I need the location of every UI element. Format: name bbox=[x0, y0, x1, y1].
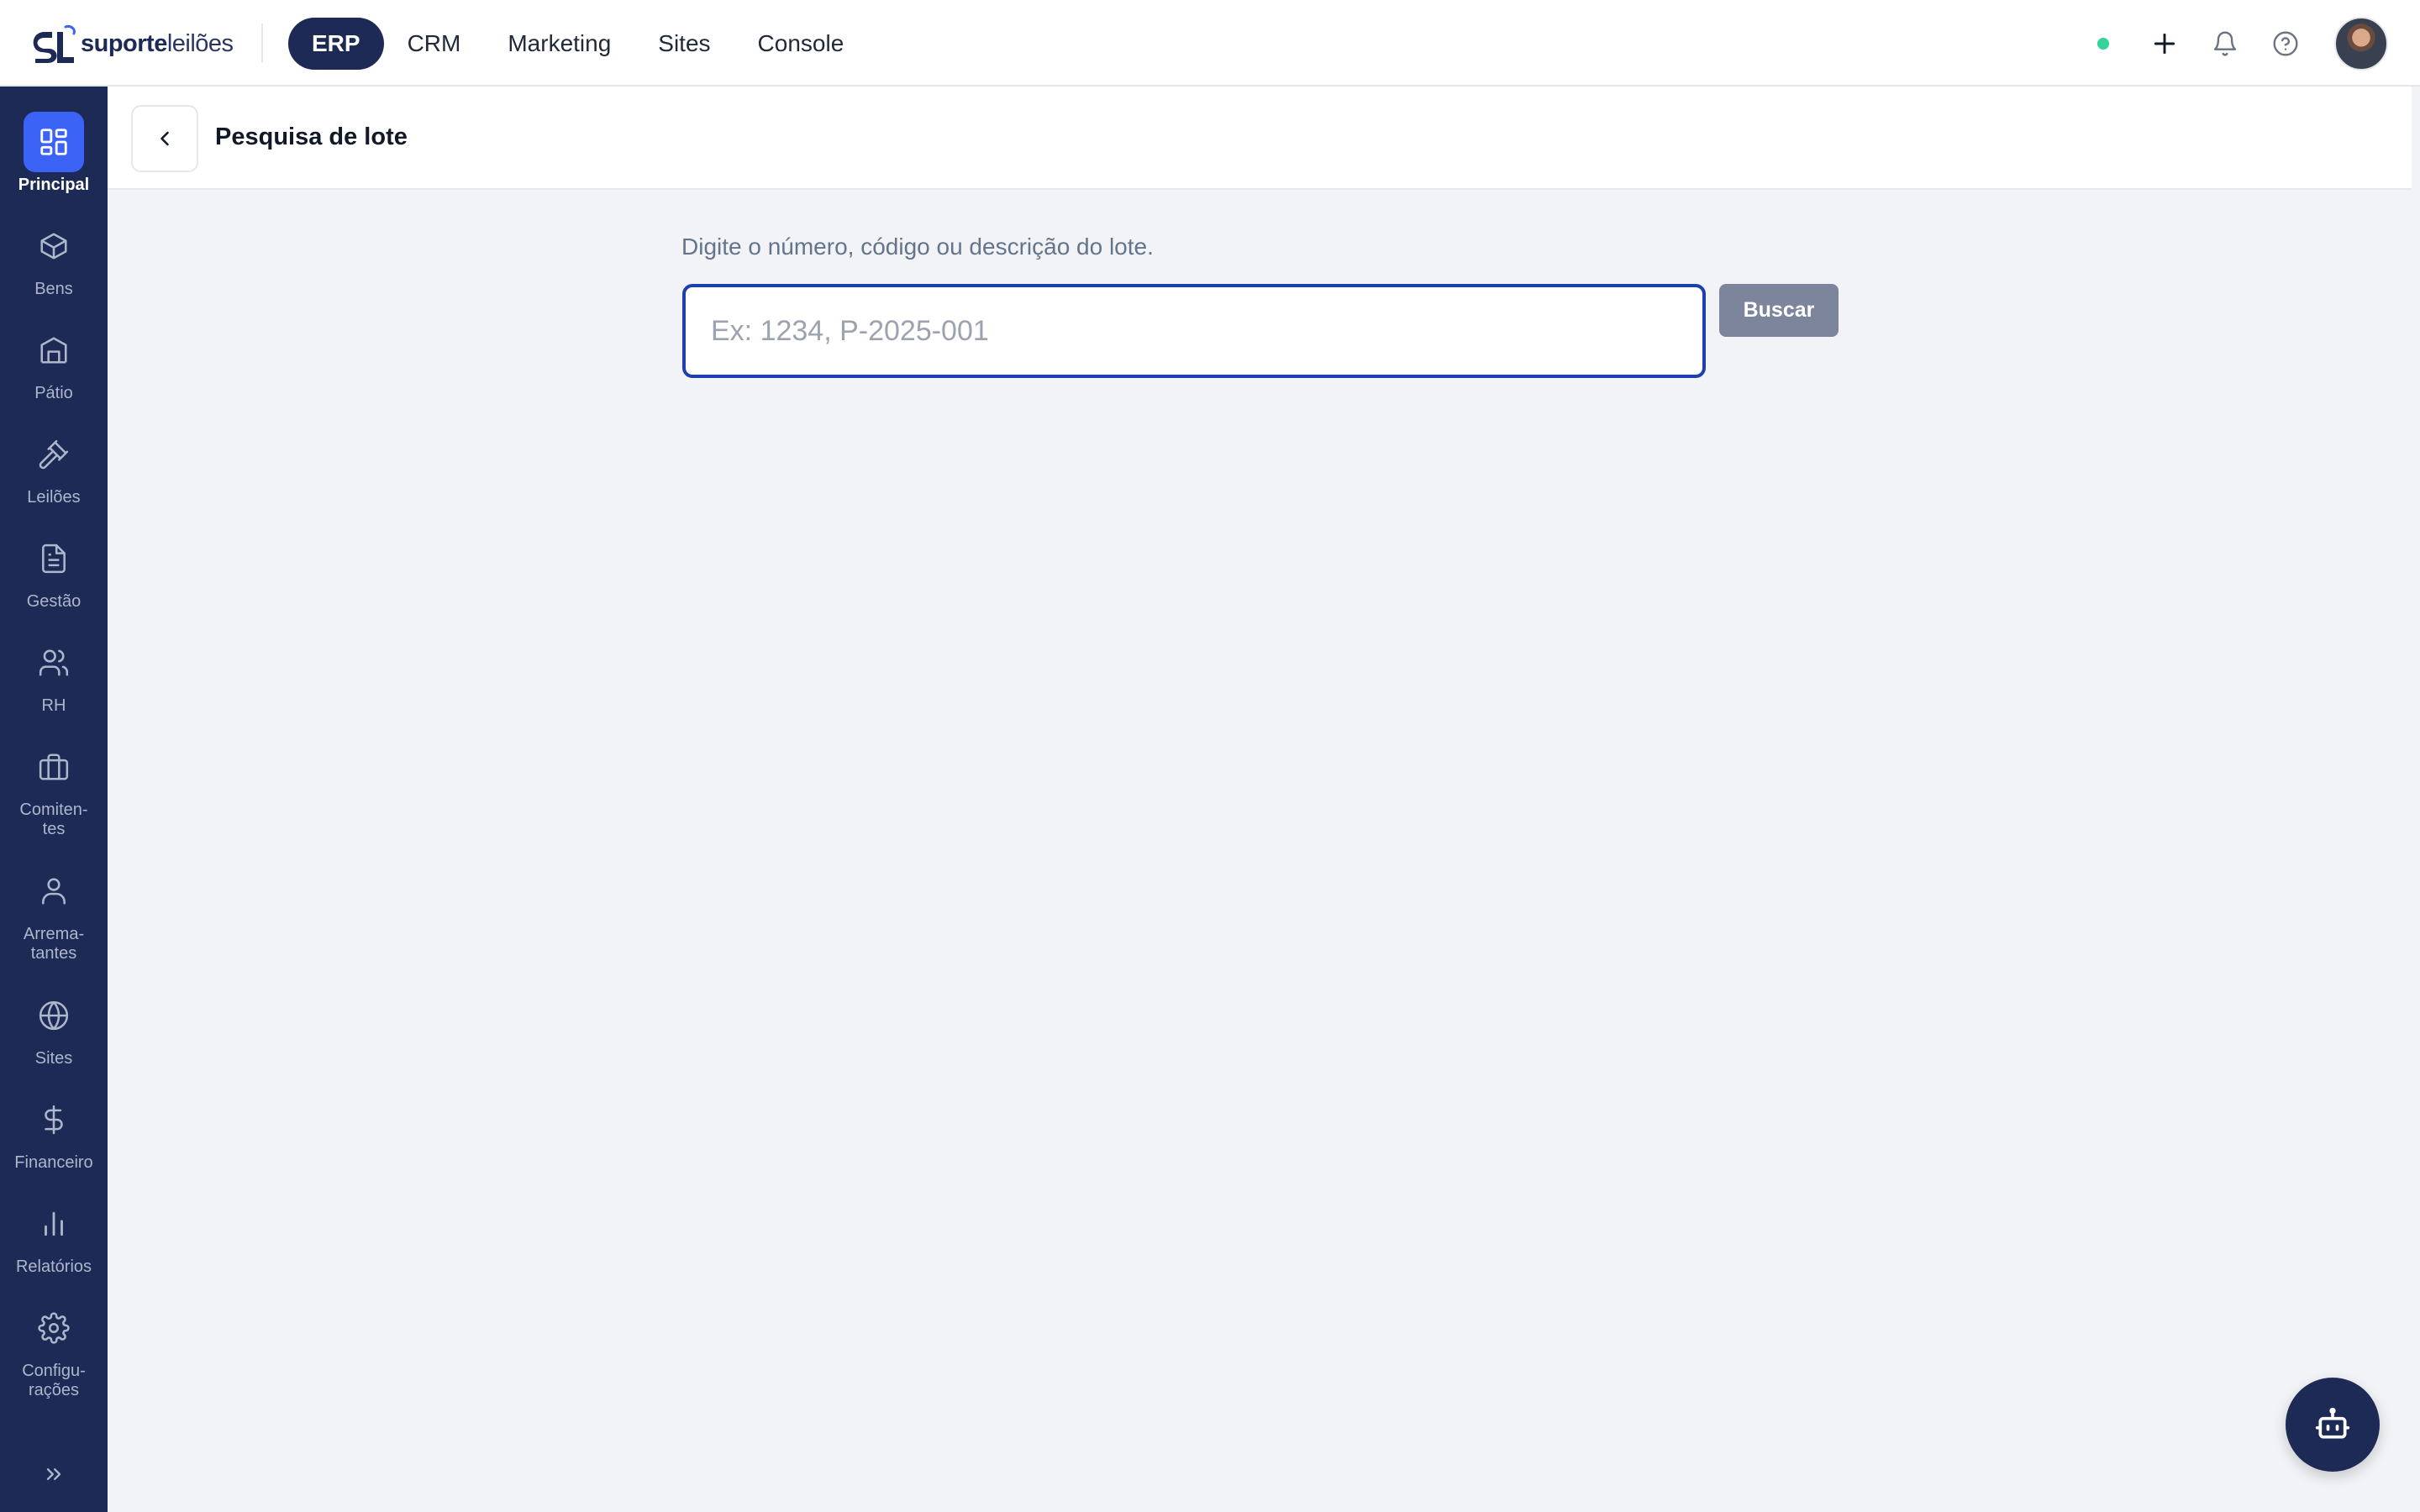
plus-icon[interactable] bbox=[2146, 25, 2183, 62]
top-nav-crm[interactable]: CRM bbox=[384, 18, 485, 70]
page-title: Pesquisa de lote bbox=[215, 123, 408, 150]
sidebar-item-label: Relatórios bbox=[15, 1257, 92, 1276]
sidebar-item-label: Arrema- tantes bbox=[23, 925, 85, 963]
building-icon bbox=[24, 320, 84, 381]
search-button[interactable]: Buscar bbox=[1719, 284, 1839, 337]
top-nav-marketing[interactable]: Marketing bbox=[484, 18, 634, 70]
sidebar-item-rh[interactable]: RH bbox=[0, 633, 108, 716]
globe-icon bbox=[24, 985, 84, 1046]
chevrons-right-icon bbox=[46, 1468, 61, 1480]
top-nav: ERP CRM Marketing Sites Console bbox=[288, 18, 867, 70]
sidebar-item-relatorios[interactable]: Relatórios bbox=[0, 1194, 108, 1277]
sidebar-item-label: Pátio bbox=[34, 384, 73, 402]
brand-name: suporteleilões bbox=[81, 29, 234, 57]
sidebar-item-leiloes[interactable]: Leilões bbox=[0, 424, 108, 507]
dollar-icon bbox=[24, 1089, 84, 1150]
sidebar-item-patio[interactable]: Pátio bbox=[0, 320, 108, 403]
sidebar-item-bens[interactable]: Bens bbox=[0, 216, 108, 299]
sidebar-item-label: RH bbox=[41, 696, 66, 715]
logo-mark-icon bbox=[33, 25, 76, 63]
chevron-left-icon bbox=[160, 131, 169, 146]
sidebar-item-label: Comiten- tes bbox=[19, 801, 88, 838]
bot-icon bbox=[2315, 1407, 2350, 1439]
sidebar-item-label: Financeiro bbox=[14, 1153, 93, 1172]
divider bbox=[261, 24, 263, 62]
sidebar-item-arrematantes[interactable]: Arrema- tantes bbox=[0, 861, 108, 963]
top-bar: suporteleilões ERP CRM Marketing Sites C… bbox=[0, 0, 2420, 87]
dashboard-icon bbox=[24, 112, 84, 172]
sidebar-item-financeiro[interactable]: Financeiro bbox=[0, 1089, 108, 1173]
bar-chart-icon bbox=[24, 1194, 84, 1254]
sidebar-item-principal[interactable]: Principal bbox=[0, 112, 108, 195]
briefcase-icon bbox=[24, 737, 84, 797]
sidebar-item-label: Leilões bbox=[27, 488, 81, 507]
page-header: Pesquisa de lote bbox=[108, 87, 2412, 190]
user-avatar[interactable] bbox=[2334, 17, 2388, 71]
sidebar-item-label: Gestão bbox=[26, 592, 82, 611]
top-right-actions bbox=[2097, 17, 2388, 71]
back-button[interactable] bbox=[131, 105, 198, 172]
help-icon[interactable] bbox=[2267, 25, 2304, 62]
brand-logo[interactable]: suporteleilões bbox=[32, 24, 234, 64]
sidebar: Principal Bens Pátio Leilões Gestão RH C… bbox=[0, 87, 108, 1512]
sidebar-item-label: Sites bbox=[34, 1049, 73, 1068]
user-icon bbox=[24, 861, 84, 921]
sidebar-item-gestao[interactable]: Gestão bbox=[0, 528, 108, 612]
top-nav-console[interactable]: Console bbox=[734, 18, 868, 70]
sidebar-item-comitentes[interactable]: Comiten- tes bbox=[0, 737, 108, 839]
users-icon bbox=[24, 633, 84, 693]
assistant-button[interactable] bbox=[2286, 1378, 2380, 1472]
lot-search-input[interactable] bbox=[682, 284, 1706, 378]
bell-icon[interactable] bbox=[2207, 25, 2244, 62]
gear-icon bbox=[24, 1298, 84, 1358]
gavel-icon bbox=[24, 424, 84, 485]
sidebar-item-label: Principal bbox=[18, 176, 90, 194]
online-status-indicator bbox=[2097, 38, 2109, 50]
sidebar-item-configuracoes[interactable]: Configu- rações bbox=[0, 1298, 108, 1400]
sidebar-item-sites[interactable]: Sites bbox=[0, 985, 108, 1068]
sidebar-collapse-button[interactable] bbox=[0, 1449, 108, 1499]
box-icon bbox=[24, 216, 84, 276]
top-nav-sites[interactable]: Sites bbox=[634, 18, 734, 70]
top-nav-erp[interactable]: ERP bbox=[288, 18, 384, 70]
document-icon bbox=[24, 528, 84, 589]
sidebar-item-label: Configu- rações bbox=[22, 1362, 86, 1399]
search-hint: Digite o número, código ou descrição do … bbox=[681, 234, 1154, 260]
sidebar-item-label: Bens bbox=[34, 280, 73, 298]
